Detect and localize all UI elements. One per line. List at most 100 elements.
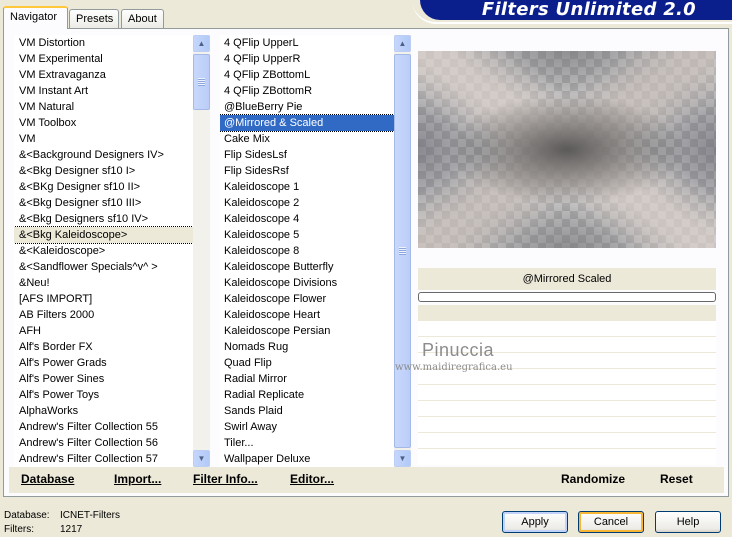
scroll-down-button[interactable]: ▼	[193, 450, 210, 467]
list-item[interactable]: Andrew's Filter Collection 55	[14, 419, 193, 435]
tab-presets[interactable]: Presets	[69, 9, 119, 28]
parameter-area	[418, 305, 716, 465]
database-value: ICNET-Filters	[60, 510, 120, 521]
list-item[interactable]: [AFS IMPORT]	[14, 291, 193, 307]
filter-list[interactable]: 4 QFlip UpperL 4 QFlip UpperR 4 QFlip ZBot…	[220, 35, 411, 467]
list-item[interactable]: Kaleidoscope Persian	[220, 323, 394, 339]
category-scrollbar[interactable]: ▲ ▼	[193, 35, 210, 467]
list-item[interactable]: Kaleidoscope 8	[220, 243, 394, 259]
list-item[interactable]: Tiler...	[220, 435, 394, 451]
list-item[interactable]: &<Sandflower Specials^v^ >	[14, 259, 193, 275]
list-item[interactable]: VM Natural	[14, 99, 193, 115]
scroll-thumb[interactable]	[394, 54, 411, 448]
filter-items: 4 QFlip UpperL 4 QFlip UpperR 4 QFlip ZBot…	[220, 35, 395, 467]
list-item[interactable]: Kaleidoscope Divisions	[220, 275, 394, 291]
scroll-up-button[interactable]: ▲	[193, 35, 210, 52]
randomize-button[interactable]: Randomize	[561, 472, 625, 486]
list-item[interactable]: Alf's Power Grads	[14, 355, 193, 371]
apply-button[interactable]: Apply	[502, 511, 568, 533]
category-items: VM Distortion VM Experimental VM Extravaga…	[14, 35, 194, 467]
list-item[interactable]: AFH	[14, 323, 193, 339]
status-area: Database: ICNET-Filters Filters: 1217	[4, 509, 120, 537]
list-item[interactable]: VM Distortion	[14, 35, 193, 51]
navigator-panel: VM Distortion VM Experimental VM Extravaga…	[3, 28, 729, 497]
list-item[interactable]: 4 QFlip ZBottomL	[220, 67, 394, 83]
cancel-button[interactable]: Cancel	[578, 511, 644, 533]
list-item[interactable]: Flip SidesRsf	[220, 163, 394, 179]
list-item[interactable]: Alf's Power Toys	[14, 387, 193, 403]
list-item[interactable]: AB Filters 2000	[14, 307, 193, 323]
category-list[interactable]: VM Distortion VM Experimental VM Extravaga…	[14, 35, 210, 467]
scroll-up-button[interactable]: ▲	[394, 35, 411, 52]
preview-image	[418, 51, 716, 248]
list-item[interactable]: @BlueBerry Pie	[220, 99, 394, 115]
list-item[interactable]: Alf's Border FX	[14, 339, 193, 355]
watermark-name: Pinuccia	[422, 340, 495, 360]
list-item[interactable]: Kaleidoscope Heart	[220, 307, 394, 323]
param-row	[418, 401, 716, 417]
list-item[interactable]: Sands Plaid	[220, 403, 394, 419]
list-item[interactable]: VM Experimental	[14, 51, 193, 67]
app-title: Filters Unlimited 2.0	[481, 0, 696, 20]
list-item[interactable]: 4 QFlip UpperR	[220, 51, 394, 67]
list-item[interactable]: Nomads Rug	[220, 339, 394, 355]
filters-count: 1217	[60, 524, 83, 535]
filter-info-button[interactable]: Filter Info...	[193, 472, 258, 486]
scroll-down-button[interactable]: ▼	[394, 450, 411, 467]
tab-about[interactable]: About	[121, 9, 164, 28]
list-item[interactable]: Flip SidesLsf	[220, 147, 394, 163]
list-item[interactable]: Kaleidoscope 2	[220, 195, 394, 211]
list-item[interactable]: &Neu!	[14, 275, 193, 291]
list-item[interactable]: Kaleidoscope 5	[220, 227, 394, 243]
list-item[interactable]: Radial Replicate	[220, 387, 394, 403]
list-item[interactable]: Kaleidoscope 1	[220, 179, 394, 195]
list-item[interactable]: VM Toolbox	[14, 115, 193, 131]
list-item[interactable]: 4 QFlip ZBottomR	[220, 83, 394, 99]
param-row	[418, 321, 716, 337]
list-item[interactable]: Kaleidoscope Flower	[220, 291, 394, 307]
list-item[interactable]: Andrew's Filter Collection 56	[14, 435, 193, 451]
param-row	[418, 305, 716, 321]
list-item[interactable]: VM	[14, 131, 193, 147]
reset-button[interactable]: Reset	[660, 472, 693, 486]
help-button[interactable]: Help	[655, 511, 721, 533]
list-item[interactable]: Alf's Power Sines	[14, 371, 193, 387]
list-item[interactable]: Quad Flip	[220, 355, 394, 371]
scroll-thumb[interactable]	[193, 54, 210, 110]
list-item[interactable]: Swirl Away	[220, 419, 394, 435]
list-item[interactable]: @Mirrored & Scaled	[220, 114, 395, 132]
import-button[interactable]: Import...	[114, 472, 161, 486]
database-label: Database:	[4, 510, 50, 521]
list-item[interactable]: VM Instant Art	[14, 83, 193, 99]
list-item[interactable]: Andrew's Filter Collection 57	[14, 451, 193, 467]
list-item[interactable]: Cake Mix	[220, 131, 394, 147]
editor-button[interactable]: Editor...	[290, 472, 334, 486]
filters-label: Filters:	[4, 524, 34, 535]
filter-scrollbar[interactable]: ▲ ▼	[394, 35, 411, 467]
current-filter-label: @Mirrored Scaled	[418, 268, 716, 290]
param-row	[418, 417, 716, 433]
list-item[interactable]: Wallpaper Deluxe	[220, 451, 394, 467]
list-item[interactable]: &<BKg Designer sf10 II>	[14, 179, 193, 195]
tab-bar: Navigator Presets About Filters Unlimite…	[0, 0, 732, 30]
list-item[interactable]: VM Extravaganza	[14, 67, 193, 83]
title-banner: Filters Unlimited 2.0	[412, 0, 732, 24]
list-item[interactable]: Kaleidoscope Butterfly	[220, 259, 394, 275]
list-item[interactable]: &<Bkg Designer sf10 III>	[14, 195, 193, 211]
tab-navigator[interactable]: Navigator	[3, 6, 68, 29]
param-row	[418, 385, 716, 401]
list-item[interactable]: 4 QFlip UpperL	[220, 35, 394, 51]
list-item[interactable]: &<Bkg Kaleidoscope>	[14, 226, 194, 244]
progress-bar	[418, 292, 716, 302]
preview-effect	[418, 51, 716, 248]
list-item[interactable]: Radial Mirror	[220, 371, 394, 387]
list-item[interactable]: &<Background Designers IV>	[14, 147, 193, 163]
database-button[interactable]: Database	[21, 472, 74, 486]
list-item[interactable]: &<Bkg Designers sf10 IV>	[14, 211, 193, 227]
param-row	[418, 433, 716, 449]
list-item[interactable]: AlphaWorks	[14, 403, 193, 419]
list-item[interactable]: &<Bkg Designer sf10 I>	[14, 163, 193, 179]
list-item[interactable]: &<Kaleidoscope>	[14, 243, 193, 259]
list-item[interactable]: Kaleidoscope 4	[220, 211, 394, 227]
bottom-toolbar: Database Import... Filter Info... Editor…	[9, 467, 724, 493]
